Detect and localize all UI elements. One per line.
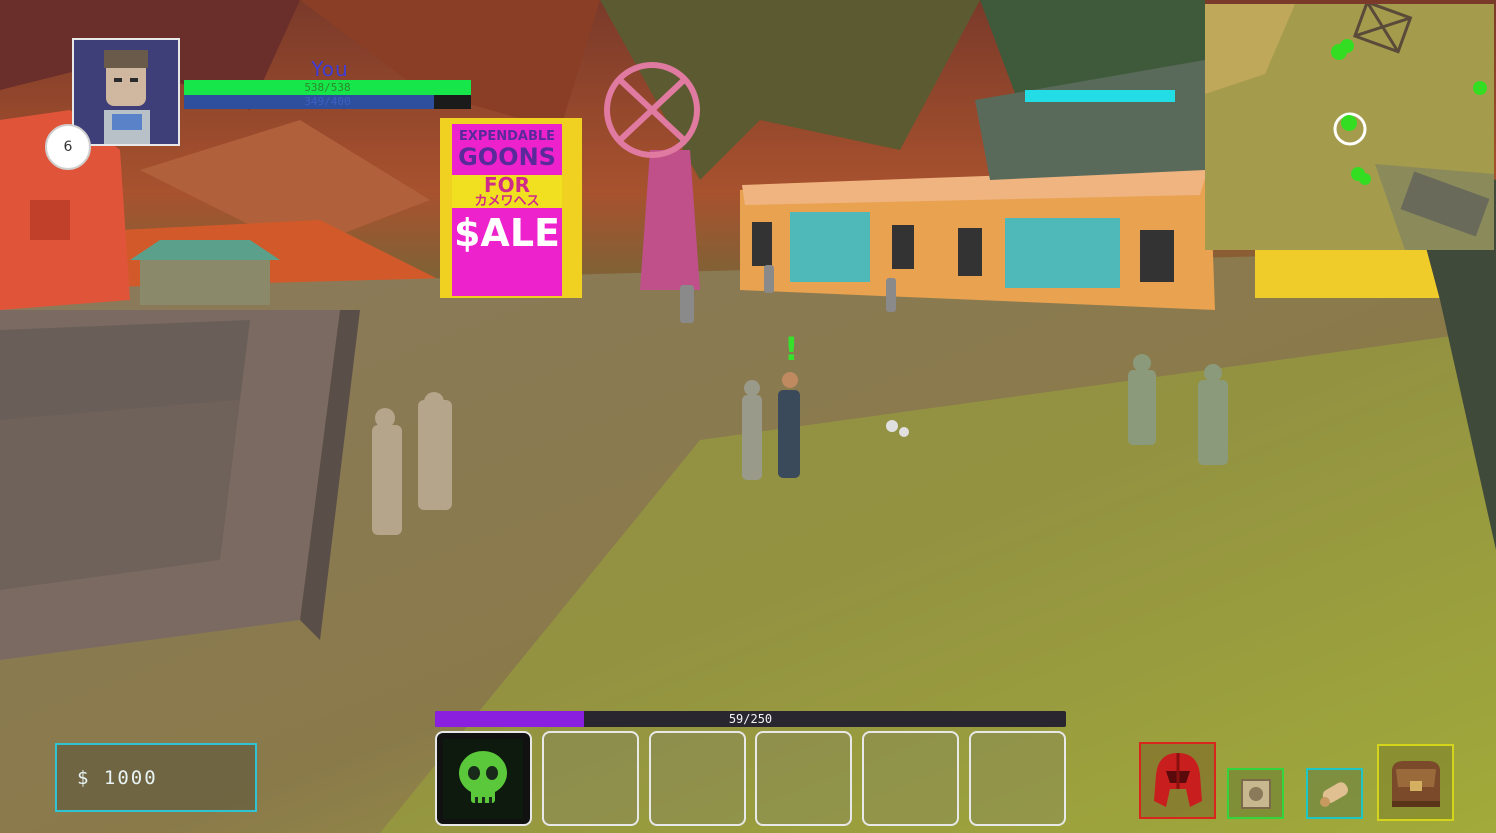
tower <box>640 150 700 290</box>
vent <box>752 222 772 266</box>
player-name: You <box>311 57 349 81</box>
hotbar-slot-2[interactable] <box>542 731 639 826</box>
scroll-icon <box>1319 781 1348 807</box>
neon-strip <box>1025 90 1175 102</box>
minimap-npc-marker <box>1340 39 1354 53</box>
billboard-line: EXPENDABLE <box>458 129 556 144</box>
equipment-button[interactable] <box>1139 742 1216 819</box>
metal-platform <box>0 400 240 590</box>
health-text: 538/538 <box>304 81 351 94</box>
hotbar-slot-1[interactable] <box>435 731 532 826</box>
billboard-line: $ALE <box>453 211 561 255</box>
experience-text: 59/250 <box>728 712 773 726</box>
garage-door <box>790 212 870 282</box>
player-level-badge: 6 <box>45 124 91 170</box>
hotbar-slot-6[interactable] <box>969 731 1066 826</box>
garage-door <box>1005 218 1120 288</box>
billboard-line: FOR <box>452 175 562 195</box>
skills-button[interactable] <box>1227 768 1284 819</box>
pavilion <box>140 255 270 305</box>
health-bar: 538/538 <box>184 80 471 95</box>
minimap[interactable] <box>1205 4 1494 250</box>
green-skull-icon <box>443 739 523 819</box>
inventory-button[interactable] <box>1377 744 1454 821</box>
minimap-npc-marker <box>1359 173 1371 185</box>
right-billboard <box>1255 250 1450 298</box>
minimap-npc-marker <box>1473 81 1487 95</box>
quests-button[interactable] <box>1306 768 1363 819</box>
vent <box>958 228 982 276</box>
backpack-icon <box>1391 760 1440 807</box>
billboard-line: GOONS <box>458 143 556 171</box>
vent <box>892 225 914 269</box>
hotbar-slot-5[interactable] <box>862 731 959 826</box>
mana-bar: 349/400 <box>184 95 471 109</box>
vent <box>1140 230 1174 282</box>
player-portrait[interactable] <box>72 38 180 146</box>
hotbar-slot-4[interactable] <box>755 731 852 826</box>
minimap-npc-marker <box>1341 115 1357 131</box>
skill-book-icon <box>1240 778 1271 809</box>
mana-text: 349/400 <box>304 95 351 108</box>
currency-amount: $ 1000 <box>77 766 158 789</box>
quest-available-marker: ! <box>784 330 799 368</box>
armored-pilot-portrait-icon <box>74 40 178 144</box>
red-helmet-icon <box>1153 752 1202 807</box>
hotbar-slot-3[interactable] <box>649 731 746 826</box>
billboard-line: カメワヘス <box>452 195 562 208</box>
building-window <box>30 200 70 240</box>
sale-billboard: EXPENDABLE GOONS FOR カメワヘス $ALE <box>452 130 562 252</box>
experience-bar: 59/250 <box>435 711 1066 727</box>
currency-display: $ 1000 <box>55 743 257 812</box>
minimap-terrain <box>1205 4 1494 250</box>
